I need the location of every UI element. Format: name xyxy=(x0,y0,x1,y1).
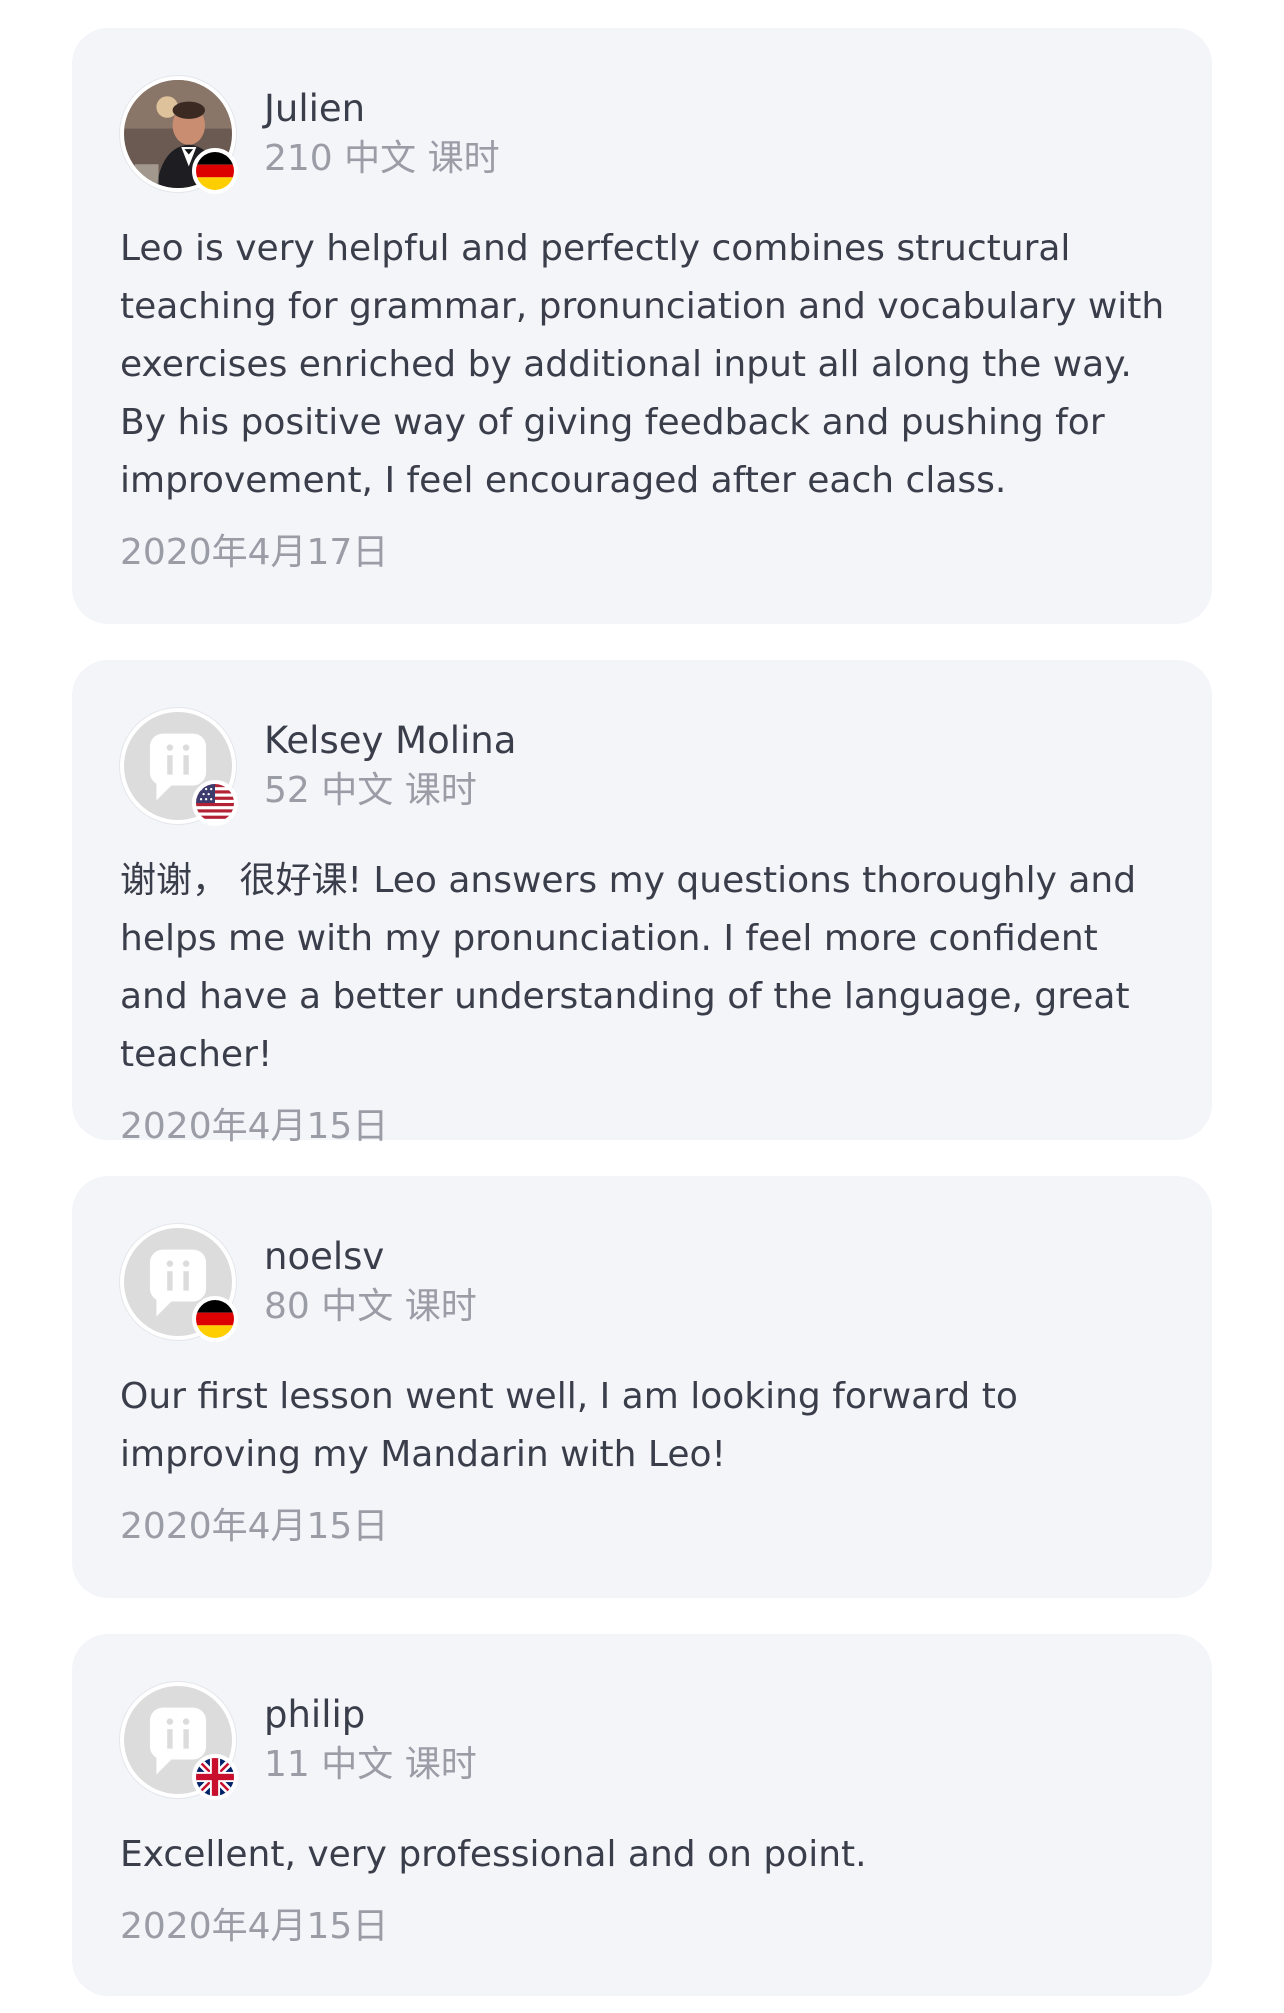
review-card: Julien 210 中文 课时 Leo is very helpful and… xyxy=(72,28,1212,624)
review-header: noelsv 80 中文 课时 xyxy=(120,1224,1164,1342)
review-text: Excellent, very professional and on poin… xyxy=(120,1834,867,1875)
lessons-count: 52 中文 课时 xyxy=(264,770,477,811)
usa-flag-icon xyxy=(192,780,238,826)
reviewer-name[interactable]: Julien xyxy=(264,84,500,134)
germany-flag-icon xyxy=(192,1296,238,1342)
lessons-count: 210 中文 课时 xyxy=(264,138,500,179)
avatar[interactable] xyxy=(120,1224,238,1342)
avatar[interactable] xyxy=(120,1682,238,1800)
avatar[interactable] xyxy=(120,76,238,194)
review-card: noelsv 80 中文 课时 Our first lesson went we… xyxy=(72,1176,1212,1598)
review-header: Kelsey Molina 52 中文 课时 xyxy=(120,708,1164,826)
review-header: Julien 210 中文 课时 xyxy=(120,76,1164,194)
review-list: Julien 210 中文 课时 Leo is very helpful and… xyxy=(0,0,1284,2013)
review-text: 谢谢， 很好课! Leo answers my questions thorou… xyxy=(120,860,1137,1075)
user-meta: philip 11 中文 课时 xyxy=(264,1690,477,1790)
review-header: philip 11 中文 课时 xyxy=(120,1682,1164,1800)
user-meta: Julien 210 中文 课时 xyxy=(264,84,500,184)
uk-flag-icon xyxy=(192,1754,238,1800)
lessons-count: 80 中文 课时 xyxy=(264,1286,477,1327)
avatar[interactable] xyxy=(120,708,238,826)
reviewer-name[interactable]: noelsv xyxy=(264,1232,477,1282)
review-card: philip 11 中文 课时 Excellent, very professi… xyxy=(72,1634,1212,1996)
review-date: 2020年4月15日 xyxy=(120,1506,389,1547)
lessons-count: 11 中文 课时 xyxy=(264,1744,477,1785)
user-meta: noelsv 80 中文 课时 xyxy=(264,1232,477,1332)
review-text: Our first lesson went well, I am looking… xyxy=(120,1376,1018,1475)
review-card: Kelsey Molina 52 中文 课时 谢谢， 很好课! Leo answ… xyxy=(72,660,1212,1147)
review-date: 2020年4月17日 xyxy=(120,532,389,573)
review-date: 2020年4月15日 xyxy=(120,1106,389,1147)
germany-flag-icon xyxy=(192,148,238,194)
review-date: 2020年4月15日 xyxy=(120,1906,389,1947)
review-text: Leo is very helpful and perfectly combin… xyxy=(120,228,1165,501)
reviewer-name[interactable]: philip xyxy=(264,1690,477,1740)
user-meta: Kelsey Molina 52 中文 课时 xyxy=(264,716,516,816)
reviewer-name[interactable]: Kelsey Molina xyxy=(264,716,516,766)
